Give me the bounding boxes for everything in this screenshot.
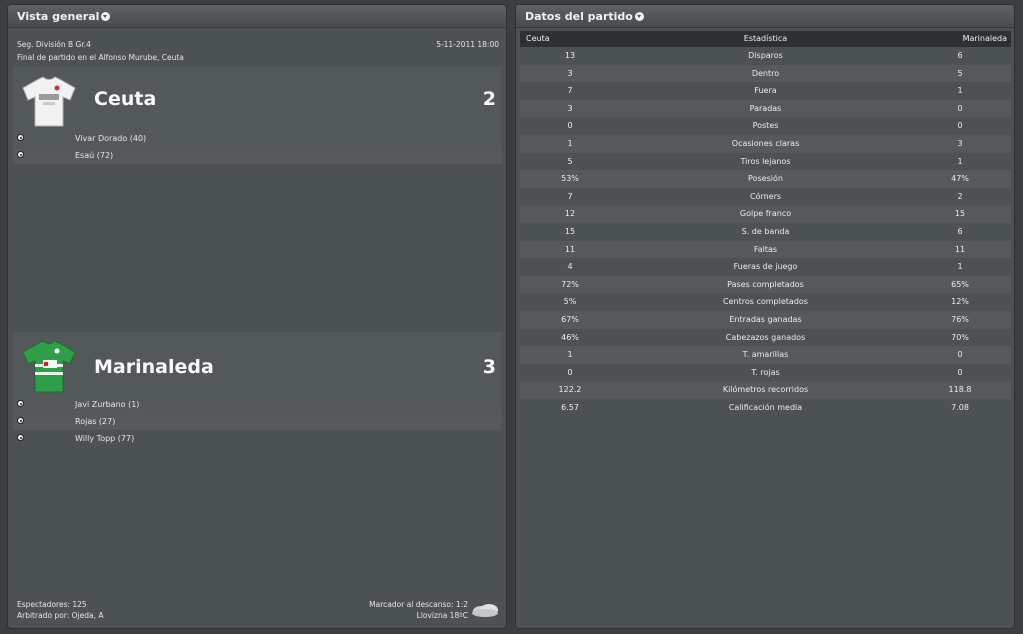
away-value: 7.08 xyxy=(951,403,969,412)
stats-row: 15 S. de banda 6 xyxy=(520,223,1011,241)
away-value: 11 xyxy=(954,244,966,254)
scorer-row[interactable]: Rojas (27) xyxy=(13,413,502,430)
away-value: 1 xyxy=(957,262,963,272)
away-value: 0 xyxy=(957,103,963,113)
away-value: 1 xyxy=(957,86,963,96)
white-shirt-icon xyxy=(22,76,76,127)
match-stats-panel: Datos del partido Ceuta Estadística Mari… xyxy=(515,4,1015,629)
scorer-row[interactable]: Willy Topp (77) xyxy=(13,430,502,447)
away-value: 0 xyxy=(957,121,963,131)
scorer-name: Javi Zurbano (1) xyxy=(75,400,140,409)
scorer-name: Esaú (72) xyxy=(75,151,114,160)
away-value: 5 xyxy=(957,68,963,78)
stats-table-header: Ceuta Estadística Marinaleda xyxy=(520,31,1011,47)
away-team-score: 3 xyxy=(482,356,496,378)
away-value: 70% xyxy=(951,332,969,342)
stats-row: 11 Faltas 11 xyxy=(520,240,1011,259)
away-value: 15 xyxy=(954,209,966,219)
football-icon xyxy=(17,417,24,424)
stats-row: 72% Pases completados 65% xyxy=(520,275,1011,294)
dropdown-arrow-icon[interactable] xyxy=(634,11,644,21)
home-team-name[interactable]: Ceuta xyxy=(94,88,156,110)
scorer-name: Rojas (27) xyxy=(75,417,116,426)
venue-label: Final de partido en el Alfonso Murube, C… xyxy=(17,53,184,62)
scorer-row[interactable]: Javi Zurbano (1) xyxy=(13,396,502,413)
away-value: 0 xyxy=(957,350,963,360)
attendance-label: Espectadores: 125 xyxy=(17,600,87,609)
scorer-name: Vivar Dorado (40) xyxy=(75,134,147,143)
scorer-name: Willy Topp (77) xyxy=(75,434,135,443)
away-value: 12% xyxy=(951,297,969,307)
stats-row: 1 T. amarillas 0 xyxy=(520,346,1011,364)
away-value: 3 xyxy=(957,139,963,148)
match-date: 5-11-2011 18:00 xyxy=(436,40,499,49)
stats-row: 6.57 Calificación media 7.08 xyxy=(520,399,1011,417)
stats-row: 1 Ocasiones claras 3 xyxy=(520,135,1011,153)
stats-row: 7 Córners 2 xyxy=(520,188,1011,206)
scorer-row[interactable]: Vivar Dorado (40) xyxy=(13,130,502,147)
away-value: 47% xyxy=(951,174,969,184)
weather-label: Llovizna 18ºC xyxy=(416,611,468,620)
away-value: 76% xyxy=(951,315,969,324)
halftime-score: Marcador al descanso: 1:2 xyxy=(369,600,468,609)
stats-row: 5% Centros completados 12% xyxy=(520,293,1011,311)
stats-row: 12 Golpe franco 15 xyxy=(520,205,1011,223)
football-icon xyxy=(17,434,24,441)
away-value: 0 xyxy=(957,367,963,377)
stats-title: Datos del partido xyxy=(525,9,633,23)
match-info-row: Seg. División B Gr.4 5-11-2011 18:00 xyxy=(17,40,499,49)
stats-row: 46% Cabezazos ganados 70% xyxy=(520,329,1011,347)
header-statistic: Estadística xyxy=(743,34,788,43)
stats-row: 53% Posesión 47% xyxy=(520,170,1011,188)
football-icon xyxy=(17,400,24,407)
away-team-name[interactable]: Marinaleda xyxy=(94,356,214,378)
away-value: 118.8 xyxy=(948,385,972,395)
overview-panel: Vista general Seg. División B Gr.4 5-11-… xyxy=(7,4,507,629)
stats-row: 3 Paradas 0 xyxy=(520,99,1011,118)
away-value: 6 xyxy=(957,227,963,236)
away-value: 65% xyxy=(951,279,969,289)
home-team-score: 2 xyxy=(482,88,496,110)
scorer-row[interactable]: Esaú (72) xyxy=(13,147,502,164)
green-shirt-icon xyxy=(22,340,76,393)
cloud-rain-icon xyxy=(472,604,498,617)
stats-row: 122.2 Kilómetros recorridos 118.8 xyxy=(520,381,1011,399)
stats-row: 0 Postes 0 xyxy=(520,117,1011,135)
overview-title: Vista general xyxy=(17,9,100,23)
football-icon xyxy=(17,151,24,158)
dropdown-arrow-icon[interactable] xyxy=(101,11,111,21)
overview-header[interactable]: Vista general xyxy=(8,5,506,28)
away-value: 1 xyxy=(957,156,963,166)
header-away-team[interactable]: Marinaleda xyxy=(963,31,1007,47)
away-value: 6 xyxy=(957,51,963,60)
venue-row: Final de partido en el Alfonso Murube, C… xyxy=(17,53,499,62)
football-icon xyxy=(17,134,24,141)
stats-row: 5 Tiros lejanos 1 xyxy=(520,153,1011,171)
stats-row: 0 T. rojas 0 xyxy=(520,364,1011,382)
stats-row: 7 Fuera 1 xyxy=(520,82,1011,100)
stats-row: 4 Fueras de juego 1 xyxy=(520,258,1011,276)
stats-row: 3 Dentro 5 xyxy=(520,64,1011,83)
competition-label: Seg. División B Gr.4 xyxy=(17,40,91,49)
stats-row: 67% Entradas ganadas 76% xyxy=(520,311,1011,329)
away-value: 2 xyxy=(957,191,963,201)
stats-header-bar[interactable]: Datos del partido xyxy=(516,5,1014,28)
stats-row: 13 Disparos 6 xyxy=(520,47,1011,65)
referee-label[interactable]: Arbitrado por: Ojeda, A xyxy=(17,611,103,620)
